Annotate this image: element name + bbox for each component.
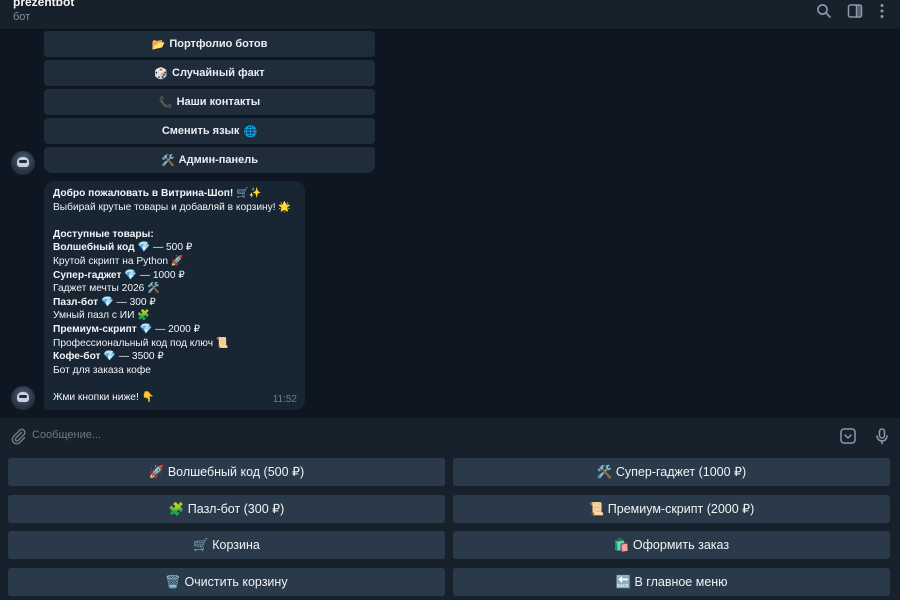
product-price: — 2000 ₽ <box>155 323 201 335</box>
reply-button-magic-code[interactable]: 🚀 Волшебный код (500 ₽) <box>8 458 445 486</box>
product-line: Волшебный код 💎 — 500 ₽ <box>53 241 296 255</box>
gem-icon: 💎 <box>103 351 117 363</box>
reply-button-main-menu[interactable]: 🔙 В главное меню <box>453 568 890 596</box>
product-description: Бот для заказа кофе <box>53 364 151 376</box>
keyboard-toggle-icon[interactable] <box>839 427 857 445</box>
product-price: — 1000 ₽ <box>139 269 185 281</box>
globe-icon: 🌐 <box>243 125 258 138</box>
inline-button-random-fact[interactable]: 🎲 Случайный факт <box>44 60 375 86</box>
product-name: Пазл-бот <box>53 296 99 308</box>
products-title: Доступные товары: <box>53 228 154 240</box>
message-time: 11:52 <box>272 394 297 406</box>
phone-icon: 📞 <box>158 96 173 109</box>
chat-title[interactable]: prezentbot <box>13 0 74 9</box>
reply-button-clear-cart[interactable]: 🗑️ Очистить корзину <box>8 568 445 596</box>
gem-icon: 💎 <box>124 269 137 281</box>
greeting-text: Добро пожаловать в Витрина-Шоп! 🛒✨ <box>53 188 262 199</box>
reply-button-premium-script[interactable]: 📜 Премиум-скрипт (2000 ₽) <box>453 495 890 523</box>
product-line: Супер-гаджет 💎 — 1000 ₽ <box>53 269 296 283</box>
product-price: — 3500 ₽ <box>118 351 164 363</box>
product-description: Профессиональный код под ключ 📜 <box>53 337 229 349</box>
dice-icon: 🎲 <box>154 67 169 80</box>
inline-button-label: Наши контакты <box>176 96 261 108</box>
product-line: Пазл-бот 💎 — 300 ₽ <box>53 296 296 310</box>
bot-avatar[interactable] <box>11 386 35 410</box>
gem-icon: 💎 <box>137 242 151 254</box>
inline-button-label: Случайный факт <box>172 67 265 79</box>
attach-icon[interactable] <box>9 427 27 445</box>
product-price: — 300 ₽ <box>116 296 156 308</box>
product-name: Кофе-бот <box>53 351 101 363</box>
reply-button-checkout[interactable]: 🛍️ Оформить заказ <box>453 531 890 559</box>
inline-button-contacts[interactable]: 📞 Наши контакты <box>44 89 375 115</box>
reply-button-cart[interactable]: 🛒 Корзина <box>8 531 445 559</box>
inline-button-change-language[interactable]: Сменить язык 🌐 <box>44 118 375 144</box>
reply-button-super-gadget[interactable]: 🛠️ Супер-гаджет (1000 ₽) <box>453 458 890 486</box>
product-description: Гаджет мечты 2026 🛠️ <box>53 283 160 295</box>
inline-button-admin-panel[interactable]: 🛠️ Админ-панель <box>44 147 375 173</box>
search-icon[interactable] <box>816 3 832 19</box>
product-line: Премиум-скрипт 💎 — 2000 ₽ <box>53 323 296 337</box>
product-name: Волшебный код <box>53 242 135 254</box>
gem-icon: 💎 <box>139 323 153 335</box>
inline-button-portfolio[interactable]: 📂 Портфолио ботов <box>44 31 375 57</box>
gem-icon: 💎 <box>101 296 114 308</box>
reply-button-puzzle-bot[interactable]: 🧩 Пазл-бот (300 ₽) <box>8 495 445 523</box>
tools-icon: 🛠️ <box>160 154 175 167</box>
chat-header: prezentbot бот <box>0 0 900 30</box>
message-composer <box>0 418 900 453</box>
more-icon[interactable] <box>874 3 890 19</box>
inline-button-label: Админ-панель <box>178 154 259 166</box>
inline-button-label: Портфолио ботов <box>169 38 268 50</box>
footer-text: Жми кнопки ниже! 👇 <box>53 391 155 403</box>
product-description: Умный пазл с ИИ 🧩 <box>53 310 150 322</box>
inline-button-label: Сменить язык <box>161 125 240 137</box>
product-price: — 500 ₽ <box>152 242 193 254</box>
message-bubble: Добро пожаловать в Витрина-Шоп! 🛒✨ Выбир… <box>44 181 305 410</box>
microphone-icon[interactable] <box>873 427 891 445</box>
product-description: Крутой скрипт на Python 🚀 <box>53 255 184 267</box>
product-line: Кофе-бот 💎 — 3500 ₽ <box>53 350 296 364</box>
bot-avatar[interactable] <box>11 151 35 175</box>
product-name: Супер-гаджет <box>53 269 122 281</box>
chat-subtitle: бот <box>13 11 31 23</box>
intro-text: Выбирай крутые товары и добавляй в корзи… <box>53 201 292 213</box>
inline-keyboard: 📂 Портфолио ботов 🎲 Случайный факт 📞 Наш… <box>44 31 375 176</box>
product-name: Премиум-скрипт <box>53 323 137 335</box>
folder-icon: 📂 <box>151 38 166 51</box>
message-input[interactable] <box>32 426 812 444</box>
sidebar-toggle-icon[interactable] <box>847 3 863 19</box>
reply-keyboard: 🚀 Волшебный код (500 ₽) 🛠️ Супер-гаджет … <box>0 453 900 600</box>
